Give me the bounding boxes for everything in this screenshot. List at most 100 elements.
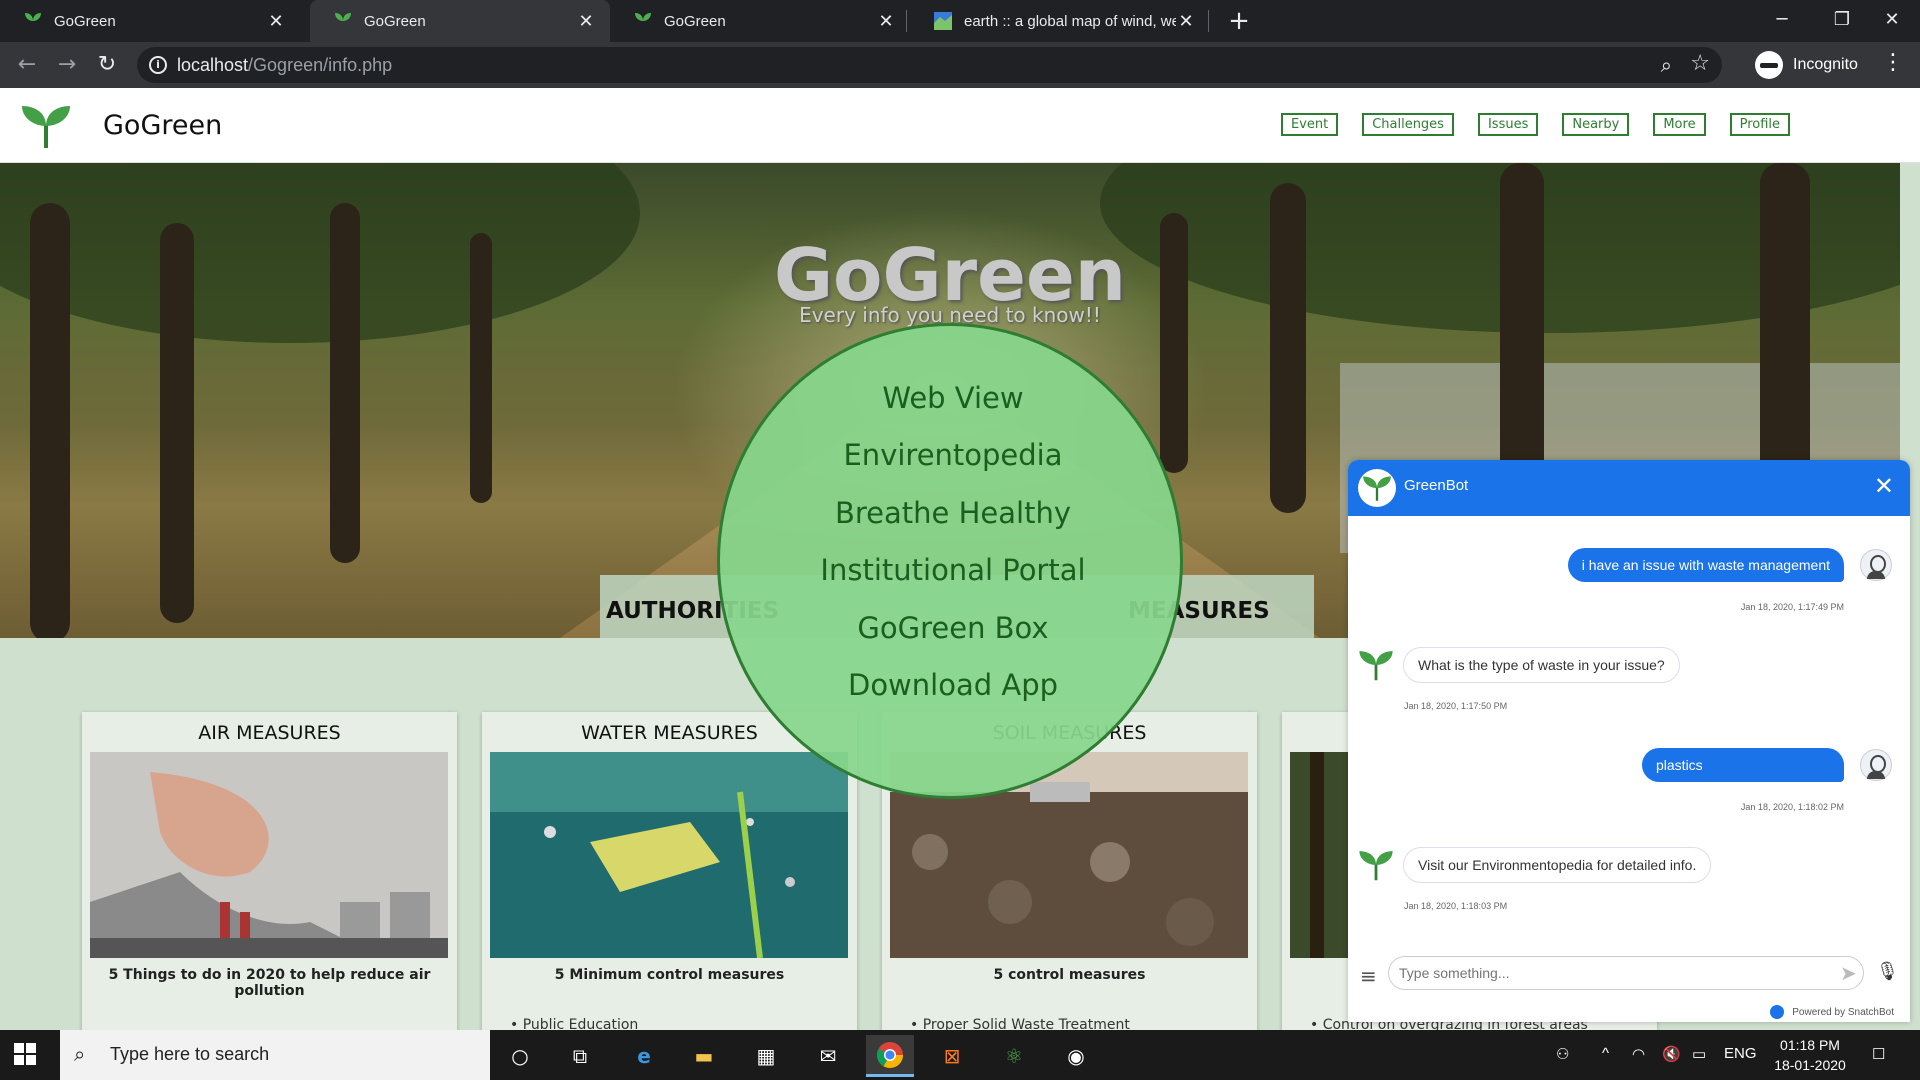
notifications-icon[interactable]: ☐ — [1872, 1045, 1885, 1063]
card-title: AIR MEASURES — [198, 722, 341, 744]
menu-web-view[interactable]: Web View — [720, 381, 1186, 415]
bot-message: Visit our Environmentopedia for detailed… — [1403, 847, 1712, 883]
hamburger-menu-icon[interactable]: ≡ — [1360, 964, 1377, 988]
volume-icon[interactable]: 🔇 — [1662, 1045, 1681, 1063]
user-message: plastics — [1642, 748, 1844, 782]
edge-icon[interactable]: e — [620, 1035, 668, 1077]
browser-toolbar: ← → ↻ i localhost/Gogreen/info.php ⌕ ☆ I… — [0, 42, 1920, 88]
user-avatar — [1860, 549, 1892, 581]
card-description: 5 control measures — [993, 967, 1146, 983]
card-image — [90, 752, 448, 958]
snatchbot-icon — [1770, 1005, 1785, 1019]
task-view-icon[interactable]: ⧉ — [556, 1035, 604, 1077]
mail-icon[interactable]: ✉ — [804, 1035, 852, 1077]
site-nav: Event Challenges Issues Nearby More Prof… — [1257, 113, 1790, 136]
forward-button[interactable]: → — [52, 50, 82, 80]
cortana-icon[interactable]: ○ — [496, 1035, 544, 1077]
card-description: 5 Things to do in 2020 to help reduce ai… — [108, 967, 431, 999]
browser-tab[interactable]: GoGreen ✕ — [0, 0, 300, 42]
browser-tab[interactable]: GoGreen ✕ — [610, 0, 910, 42]
leaf-icon — [632, 10, 654, 32]
taskbar-clock[interactable]: 01:18 PM 18-01-2020 — [1760, 1035, 1860, 1075]
store-icon[interactable]: ▦ — [742, 1035, 790, 1077]
chrome-icon[interactable] — [866, 1035, 914, 1077]
gogreen-logo-icon[interactable] — [20, 102, 72, 154]
people-icon[interactable]: ⚇ — [1556, 1045, 1569, 1063]
card-description: 5 Minimum control measures — [554, 967, 785, 983]
close-window-button[interactable]: ✕ — [1862, 0, 1920, 42]
atom-icon[interactable]: ⚛ — [990, 1035, 1038, 1077]
bot-avatar — [1359, 851, 1393, 881]
chat-input-row: ≡ ➤ 🎙 — [1348, 950, 1910, 1000]
menu-icon[interactable]: ⋮ — [1882, 50, 1904, 75]
close-tab-icon[interactable]: ✕ — [1176, 11, 1196, 32]
send-icon[interactable]: ➤ — [1840, 961, 1857, 985]
reload-button[interactable]: ↻ — [92, 50, 122, 80]
star-icon[interactable]: ☆ — [1690, 51, 1710, 76]
site-header: GoGreen Event Challenges Issues Nearby M… — [0, 88, 1920, 163]
message-timestamp: Jan 18, 2020, 1:18:03 PM — [1404, 901, 1508, 911]
nav-more[interactable]: More — [1653, 113, 1706, 136]
menu-download-app[interactable]: Download App — [720, 668, 1186, 702]
github-icon[interactable]: ◉ — [1052, 1035, 1100, 1077]
taskbar-search[interactable]: ⌕ Type here to search — [60, 1030, 490, 1080]
xampp-icon[interactable]: ⊠ — [928, 1035, 976, 1077]
card-water-measures[interactable]: WATER MEASURES 5 Minimum control measure… — [482, 712, 857, 1042]
browser-tab[interactable]: earth :: a global map of wind, we ✕ — [910, 0, 1210, 42]
menu-breathe-healthy[interactable]: Breathe Healthy — [720, 496, 1186, 530]
user-message: i have an issue with waste management — [1567, 548, 1844, 582]
chat-input[interactable] — [1388, 956, 1864, 990]
nav-event[interactable]: Event — [1280, 113, 1339, 136]
leaf-icon — [22, 10, 44, 32]
bot-avatar — [1358, 469, 1396, 507]
leaf-icon — [332, 10, 354, 32]
tab-separator — [1208, 10, 1209, 32]
earth-icon — [932, 10, 954, 32]
card-image — [490, 752, 848, 958]
browser-tab-active[interactable]: GoGreen ✕ — [310, 0, 610, 42]
search-icon: ⌕ — [74, 1042, 86, 1066]
circle-menu: Web View Envirentopedia Breathe Healthy … — [717, 323, 1183, 799]
file-explorer-icon[interactable]: ▬ — [680, 1035, 728, 1077]
browser-tabstrip: GoGreen ✕ GoGreen ✕ GoGreen ✕ earth :: a… — [0, 0, 1920, 42]
windows-start-icon[interactable] — [14, 1043, 36, 1065]
nav-challenges[interactable]: Challenges — [1362, 113, 1454, 136]
powered-by[interactable]: Powered by SnatchBot — [1770, 1005, 1894, 1019]
info-icon[interactable]: i — [149, 56, 167, 74]
close-tab-icon[interactable]: ✕ — [576, 11, 596, 32]
close-icon[interactable]: ✕ — [1874, 472, 1894, 500]
message-timestamp: Jan 18, 2020, 1:17:49 PM — [1740, 602, 1844, 612]
windows-taskbar: ⌕ Type here to search ○ ⧉ e ▬ ▦ ✉ ⊠ ⚛ ◉ … — [0, 1030, 1920, 1080]
battery-icon[interactable]: ▭ — [1692, 1045, 1706, 1063]
menu-gogreen-box[interactable]: GoGreen Box — [720, 611, 1186, 645]
bot-name: GreenBot — [1404, 477, 1469, 494]
incognito-indicator[interactable]: Incognito — [1755, 47, 1858, 83]
close-tab-icon[interactable]: ✕ — [266, 11, 286, 32]
close-tab-icon[interactable]: ✕ — [876, 11, 896, 32]
site-brand[interactable]: GoGreen — [103, 110, 222, 141]
incognito-icon — [1755, 51, 1783, 79]
nav-profile[interactable]: Profile — [1729, 113, 1790, 136]
minimize-button[interactable]: ─ — [1752, 0, 1812, 42]
chatbot-widget: GreenBot ✕ i have an issue with waste ma… — [1348, 460, 1910, 1022]
chat-header: GreenBot ✕ — [1348, 460, 1910, 516]
card-air-measures[interactable]: AIR MEASURES 5 Things to do in 2020 to h… — [82, 712, 457, 1042]
back-button[interactable]: ← — [12, 50, 42, 80]
nav-issues[interactable]: Issues — [1477, 113, 1539, 136]
language-indicator[interactable]: ENG — [1724, 1045, 1757, 1062]
tab-separator — [906, 10, 907, 32]
url-text[interactable]: localhost/Gogreen/info.php — [177, 55, 392, 76]
new-tab-button[interactable]: + — [1222, 4, 1256, 38]
menu-envirentopedia[interactable]: Envirentopedia — [720, 438, 1186, 472]
tray-chevron-icon[interactable]: ^ — [1602, 1045, 1609, 1062]
address-bar[interactable]: i localhost/Gogreen/info.php ⌕ ☆ — [137, 47, 1722, 83]
message-timestamp: Jan 18, 2020, 1:18:02 PM — [1740, 802, 1844, 812]
zoom-icon[interactable]: ⌕ — [1661, 53, 1672, 77]
wifi-icon[interactable]: ◠ — [1632, 1045, 1645, 1063]
microphone-icon[interactable]: 🎙 — [1876, 961, 1899, 982]
bot-message: What is the type of waste in your issue? — [1403, 647, 1680, 683]
message-timestamp: Jan 18, 2020, 1:17:50 PM — [1404, 701, 1508, 711]
nav-nearby[interactable]: Nearby — [1562, 113, 1630, 136]
menu-institutional-portal[interactable]: Institutional Portal — [720, 553, 1186, 587]
bot-avatar — [1359, 651, 1393, 681]
